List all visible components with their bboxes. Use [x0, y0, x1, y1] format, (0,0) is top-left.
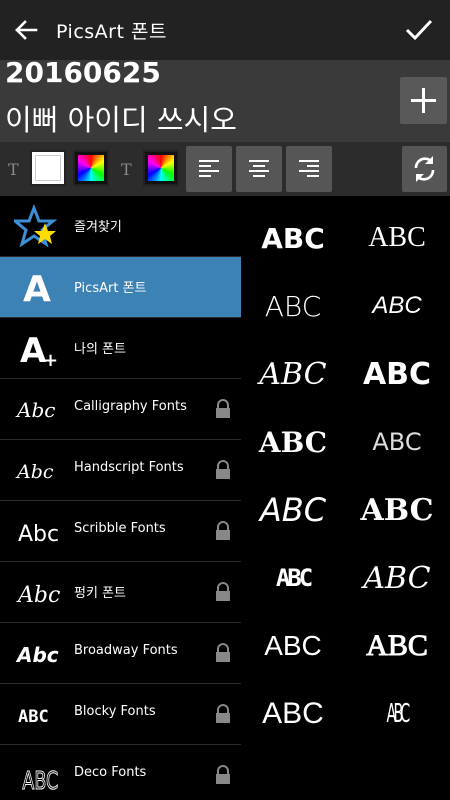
category-picsart-fonts[interactable]: A PicsArt 폰트 — [0, 257, 241, 318]
broadway-icon: Abc — [15, 643, 59, 667]
category-label: Broadway Fonts — [74, 643, 178, 658]
my-font-icon: A + — [20, 331, 58, 371]
category-deco[interactable]: ABC Deco Fonts — [0, 745, 241, 800]
text-line-2: 이뻐 아이디 쓰시오 — [5, 103, 237, 137]
category-funky[interactable]: Abc 펑키 폰트 — [0, 562, 241, 623]
refresh-icon — [414, 156, 435, 182]
font-sample[interactable]: ABC — [241, 616, 345, 676]
category-my-fonts[interactable]: A + 나의 폰트 — [0, 318, 241, 379]
category-handscript[interactable]: Abc Handscript Fonts — [0, 440, 241, 501]
stroke-color-picker[interactable] — [143, 150, 179, 186]
svg-text:ABC: ABC — [18, 707, 49, 727]
svg-text:A: A — [23, 269, 51, 310]
category-label: Blocky Fonts — [74, 704, 156, 719]
text-color-picker[interactable] — [73, 150, 109, 186]
align-center-button[interactable] — [236, 146, 282, 192]
lock-icon — [216, 460, 230, 479]
lock-icon — [216, 765, 230, 784]
font-sample[interactable]: ABC — [345, 276, 449, 336]
funky-icon: Abc — [16, 583, 60, 608]
text-line-1: 20160625 — [5, 56, 161, 89]
font-sample[interactable]: ABC — [345, 344, 449, 404]
category-calligraphy[interactable]: Abc Calligraphy Fonts — [0, 379, 241, 440]
category-label: 펑키 폰트 — [74, 586, 126, 601]
align-right-button[interactable] — [286, 146, 332, 192]
align-left-button[interactable] — [186, 146, 232, 192]
font-sample[interactable]: ABC — [345, 208, 449, 268]
font-sample[interactable]: ABC — [241, 480, 345, 540]
align-right-icon — [299, 160, 319, 177]
add-text-button[interactable] — [400, 77, 447, 124]
font-sample[interactable]: ABC — [345, 548, 449, 608]
font-sample[interactable]: ABC — [368, 684, 425, 744]
lock-icon — [216, 521, 230, 540]
font-sample[interactable]: ABC — [241, 208, 345, 268]
stroke-color-icon: T — [121, 160, 132, 179]
text-color-swatch[interactable] — [30, 150, 66, 186]
picsart-font-icon: A — [23, 269, 51, 310]
svg-text:Abc: Abc — [16, 583, 60, 608]
page-title: PicsArt 폰트 — [56, 21, 167, 43]
lock-icon — [216, 399, 230, 418]
align-center-icon — [249, 160, 269, 177]
font-sample-grid: ABC ABC ABC ABC ABC ABC ABC ABC ABC ABC … — [241, 196, 450, 800]
svg-text:Abc: Abc — [15, 398, 55, 422]
deco-icon: ABC — [22, 767, 59, 797]
back-arrow-icon[interactable] — [10, 14, 42, 46]
category-label: 즐겨찾기 — [74, 220, 122, 235]
lock-icon — [216, 582, 230, 601]
svg-text:+: + — [43, 350, 58, 371]
category-blocky[interactable]: ABC Blocky Fonts — [0, 684, 241, 745]
font-sample[interactable]: ABC — [345, 480, 449, 540]
font-sample[interactable]: ABC — [241, 276, 345, 336]
svg-text:Abc: Abc — [15, 461, 54, 483]
star-icon — [14, 204, 58, 248]
font-category-list: 즐겨찾기 A PicsArt 폰트 A + 나의 폰트 Abc Calligra… — [0, 196, 241, 800]
handscript-icon: Abc — [15, 461, 54, 483]
blocky-icon: ABC — [18, 707, 49, 727]
category-label: Scribble Fonts — [74, 521, 166, 536]
category-label: Deco Fonts — [74, 765, 147, 780]
flip-button[interactable] — [402, 146, 447, 192]
align-left-icon — [199, 160, 219, 177]
calligraphy-icon: Abc — [15, 398, 55, 422]
plus-icon — [411, 88, 436, 113]
font-sample[interactable]: ABC — [241, 344, 345, 404]
scribble-icon: Abc — [18, 522, 59, 547]
font-sample[interactable]: ABC — [241, 684, 345, 744]
confirm-check-icon[interactable] — [402, 13, 436, 47]
category-label: Handscript Fonts — [74, 460, 184, 475]
svg-text:Abc: Abc — [18, 522, 59, 547]
font-sample[interactable]: ABC — [241, 548, 345, 608]
text-color-icon: T — [8, 160, 19, 179]
category-favorites[interactable]: 즐겨찾기 — [0, 196, 241, 257]
category-broadway[interactable]: Abc Broadway Fonts — [0, 623, 241, 684]
font-sample[interactable]: ABC — [345, 412, 449, 472]
lock-icon — [216, 704, 230, 723]
category-label: Calligraphy Fonts — [74, 399, 187, 414]
lock-icon — [216, 643, 230, 662]
category-label: 나의 폰트 — [74, 342, 126, 357]
category-scribble[interactable]: Abc Scribble Fonts — [0, 501, 241, 562]
svg-text:Abc: Abc — [15, 643, 59, 667]
font-sample[interactable]: ABC — [345, 616, 449, 676]
category-label: PicsArt 폰트 — [74, 281, 147, 296]
font-sample[interactable]: ABC — [241, 412, 345, 472]
svg-text:ABC: ABC — [22, 767, 58, 796]
